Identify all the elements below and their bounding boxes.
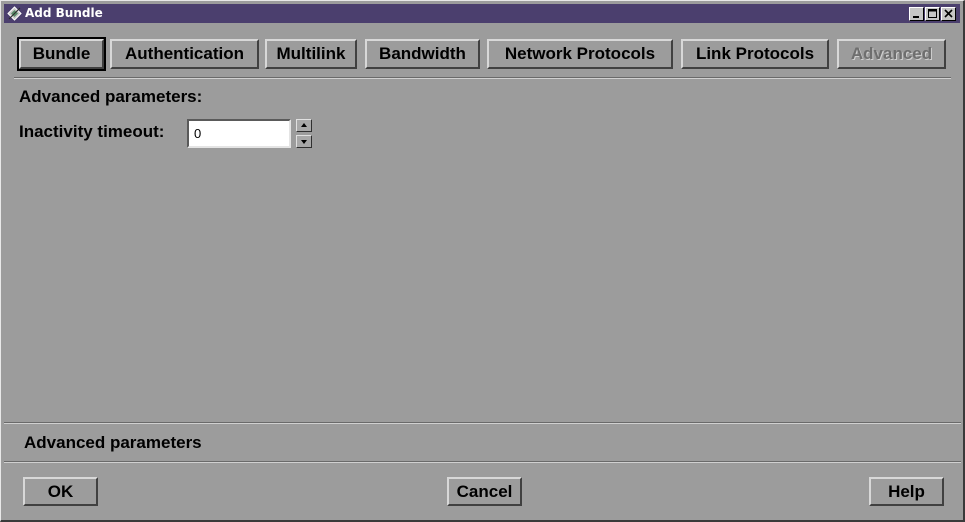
ok-button[interactable]: OK	[23, 477, 98, 506]
minimize-button[interactable]	[909, 7, 924, 21]
cancel-button[interactable]: Cancel	[447, 477, 522, 506]
ok-button-label: OK	[47, 481, 74, 501]
window-title: Add Bundle	[25, 6, 103, 20]
arrow-up-icon	[301, 123, 307, 127]
tab-link-protocols[interactable]: Link Protocols	[681, 39, 829, 69]
tab-multilink[interactable]: Multilink	[265, 39, 357, 69]
app-icon	[7, 6, 22, 21]
inactivity-timeout-label: Inactivity timeout:	[19, 122, 165, 141]
spin-down-button[interactable]	[296, 135, 312, 148]
cancel-button-label: Cancel	[456, 481, 513, 501]
tab-label: Authentication	[125, 44, 244, 63]
close-icon	[944, 9, 953, 18]
tab-network-protocols[interactable]: Network Protocols	[487, 39, 673, 69]
tab-label: Advanced	[850, 44, 933, 63]
tab-label: Link Protocols	[695, 44, 815, 63]
spin-up-button[interactable]	[296, 119, 312, 132]
help-button-label: Help	[888, 481, 925, 501]
maximize-button[interactable]	[925, 7, 940, 21]
title-bar[interactable]: Add Bundle	[4, 4, 960, 23]
arrow-down-icon	[301, 140, 307, 144]
tab-authentication[interactable]: Authentication	[110, 39, 259, 69]
tab-advanced: Advanced	[837, 39, 946, 69]
tab-label: Multilink	[276, 44, 346, 63]
status-separator-top	[4, 422, 961, 424]
tab-bundle[interactable]: Bundle	[17, 37, 106, 71]
tab-label: Bundle	[32, 44, 91, 63]
minimize-icon	[913, 16, 919, 18]
close-button[interactable]	[941, 7, 956, 21]
tab-label: Network Protocols	[504, 44, 656, 63]
tab-label: Bandwidth	[379, 44, 466, 63]
tab-separator	[14, 77, 951, 79]
inactivity-timeout-input[interactable]	[187, 119, 291, 148]
maximize-icon	[928, 9, 937, 18]
status-text: Advanced parameters	[24, 433, 202, 452]
add-bundle-dialog: Add Bundle Bundle Authentication Multili…	[0, 0, 965, 522]
status-separator-bottom	[4, 461, 961, 463]
section-title: Advanced parameters:	[19, 87, 203, 106]
help-button[interactable]: Help	[869, 477, 944, 506]
tab-bandwidth[interactable]: Bandwidth	[365, 39, 480, 69]
